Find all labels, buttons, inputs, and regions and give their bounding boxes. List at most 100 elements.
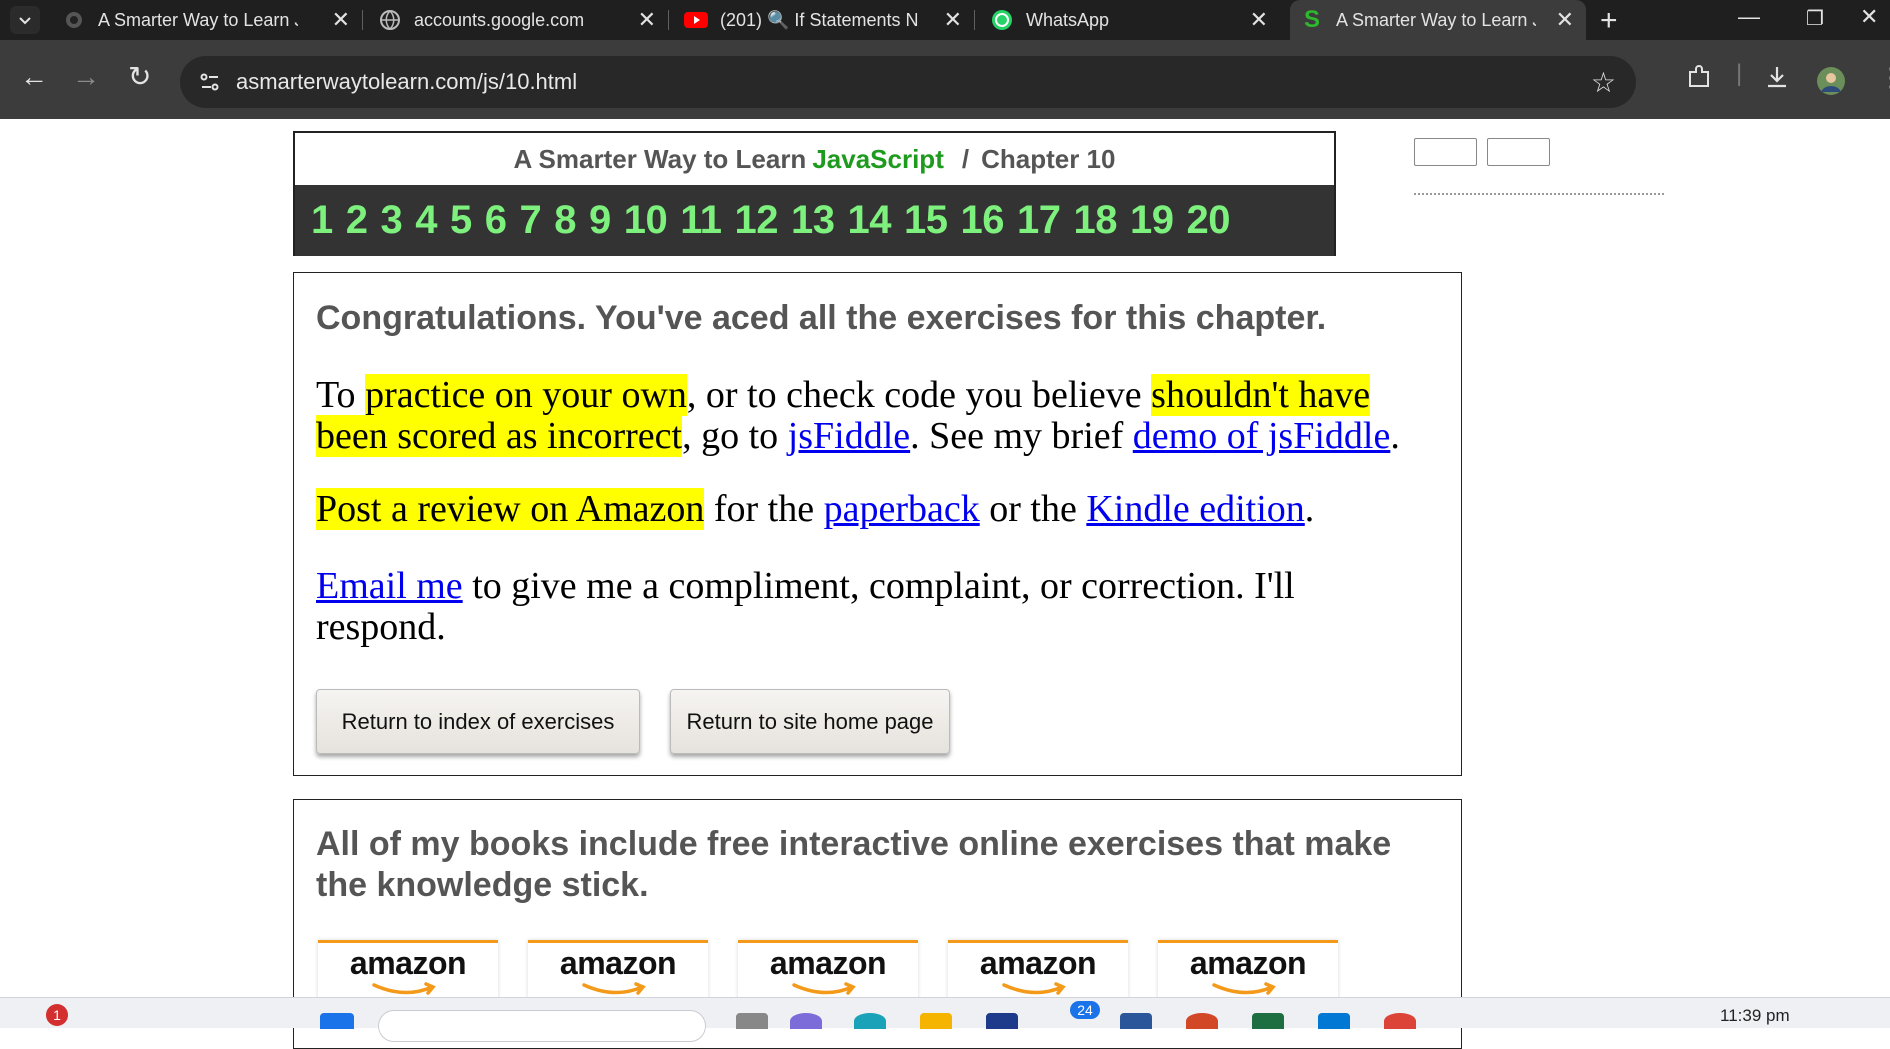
practice-paragraph: To practice on your own, or to check cod…: [316, 374, 1436, 457]
chapter-link-18[interactable]: 18: [1074, 198, 1118, 243]
kindle-edition-link[interactable]: Kindle edition: [1086, 488, 1304, 530]
close-tab-icon[interactable]: ✕: [1556, 9, 1574, 31]
taskbar-search[interactable]: [378, 1010, 706, 1042]
chapter-link-5[interactable]: 5: [450, 198, 472, 243]
congrats-heading: Congratulations. You've aced all the exe…: [316, 299, 1327, 337]
chapter-link-13[interactable]: 13: [791, 198, 835, 243]
chapter-link-14[interactable]: 14: [848, 198, 892, 243]
close-tab-icon[interactable]: ✕: [944, 9, 962, 31]
close-window-icon[interactable]: ✕: [1860, 4, 1878, 30]
amazon-wordmark: amazon: [349, 945, 467, 981]
text: , or to check code you believe: [686, 374, 1152, 416]
congrats-panel: Congratulations. You've aced all the exe…: [293, 272, 1462, 776]
os-taskbar: 1 24 11:39 pm: [0, 997, 1890, 1042]
paperback-link[interactable]: paperback: [824, 488, 980, 530]
chapter-link-8[interactable]: 8: [554, 198, 576, 243]
tab-smarter-way-active[interactable]: S A Smarter Way to Learn J ✕: [1290, 0, 1586, 40]
side-box-left[interactable]: [1414, 138, 1477, 166]
chapter-link-16[interactable]: 16: [961, 198, 1005, 243]
chapter-link-19[interactable]: 19: [1130, 198, 1174, 243]
menu-kebab-icon[interactable]: ⋮: [1878, 62, 1890, 93]
youtube-icon: [684, 8, 708, 32]
tab-google-accounts[interactable]: accounts.google.com ✕: [378, 0, 669, 40]
amazon-smile-icon: [1002, 982, 1066, 995]
chapter-link-1[interactable]: 1: [311, 198, 333, 243]
text: .: [1390, 415, 1400, 457]
restore-icon[interactable]: ❐: [1806, 6, 1824, 31]
tab-smarter-way-1[interactable]: A Smarter Way to Learn J ✕: [62, 0, 363, 40]
bookmark-star-icon[interactable]: ☆: [1591, 66, 1616, 99]
demo-jsfiddle-link[interactable]: demo of jsFiddle: [1133, 415, 1391, 457]
forward-icon[interactable]: →: [72, 62, 100, 92]
email-paragraph: Email me to give me a compliment, compla…: [316, 566, 1376, 648]
chapter-link-12[interactable]: 12: [735, 198, 779, 243]
return-index-button[interactable]: Return to index of exercises: [316, 689, 640, 754]
chapter-link-9[interactable]: 9: [589, 198, 611, 243]
email-me-link[interactable]: Email me: [316, 565, 463, 607]
notification-badge: 1: [46, 1004, 68, 1026]
amazon-smile-icon: [372, 982, 436, 995]
title-brand: JavaScript: [812, 143, 944, 174]
title-prefix: A Smarter Way to Learn: [513, 143, 807, 174]
title-chapter: Chapter 10: [981, 143, 1116, 174]
close-tab-icon[interactable]: ✕: [1250, 9, 1268, 31]
highlight-text: practice on your own: [365, 374, 687, 416]
minimize-icon[interactable]: —: [1738, 4, 1760, 30]
chapter-link-3[interactable]: 3: [381, 198, 403, 243]
text: for the: [704, 488, 824, 530]
toolbar-divider: |: [1736, 60, 1743, 87]
chapter-link-4[interactable]: 4: [415, 198, 437, 243]
text: . See my brief: [910, 415, 1133, 457]
tab-whatsapp[interactable]: WhatsApp ✕: [990, 0, 1280, 40]
site-info-icon[interactable]: [198, 70, 222, 94]
address-bar[interactable]: asmarterwaytolearn.com/js/10.html ☆: [180, 56, 1636, 108]
title-separator: /: [961, 143, 970, 174]
text: to give me a compliment, complaint, or c…: [316, 565, 1295, 648]
tab-search-button[interactable]: [10, 6, 40, 34]
jsfiddle-link[interactable]: jsFiddle: [788, 415, 910, 457]
smarter-way-s-icon: S: [1303, 6, 1320, 33]
amazon-smile-icon: [582, 982, 646, 995]
text: or the: [979, 488, 1087, 530]
reload-icon[interactable]: ↻: [128, 62, 151, 92]
amazon-smile-icon: [792, 982, 856, 995]
chapter-link-17[interactable]: 17: [1017, 198, 1061, 243]
chevron-down-icon: [19, 17, 31, 25]
url-text: asmarterwaytolearn.com/js/10.html: [236, 69, 578, 94]
amazon-smile-icon: [1212, 982, 1276, 995]
amazon-wordmark: amazon: [979, 945, 1097, 981]
highlight-text: Post a review on Amazon: [316, 488, 705, 530]
extensions-icon[interactable]: [1686, 64, 1712, 97]
app-count-badge: 24: [1070, 1001, 1100, 1019]
chapter-link-6[interactable]: 6: [485, 198, 507, 243]
books-heading: All of my books include free interactive…: [316, 825, 1392, 904]
chapter-link-20[interactable]: 20: [1187, 198, 1231, 243]
return-home-button[interactable]: Return to site home page: [670, 689, 950, 754]
page-title: A Smarter Way to Learn JavaScript / Chap…: [295, 133, 1334, 185]
chapter-link-15[interactable]: 15: [904, 198, 948, 243]
globe-icon: [378, 8, 402, 32]
new-tab-icon[interactable]: +: [1600, 4, 1618, 38]
chapter-header: A Smarter Way to Learn JavaScript / Chap…: [293, 131, 1336, 256]
chapter-link-7[interactable]: 7: [520, 198, 542, 243]
close-tab-icon[interactable]: ✕: [638, 9, 656, 31]
amazon-wordmark: amazon: [769, 945, 887, 981]
shield-favicon-icon: [62, 8, 86, 32]
download-icon[interactable]: [1764, 64, 1790, 97]
side-box-right[interactable]: [1487, 138, 1550, 166]
text: To: [316, 374, 366, 416]
chapter-link-2[interactable]: 2: [346, 198, 368, 243]
browser-tab-bar: A Smarter Way to Learn J ✕ accounts.goog…: [0, 0, 1890, 40]
tab-title: A Smarter Way to Learn J: [98, 9, 298, 30]
review-paragraph: Post a review on Amazon for the paperbac…: [316, 488, 1436, 530]
profile-avatar[interactable]: [1816, 66, 1846, 103]
tab-title: WhatsApp: [1026, 9, 1110, 30]
chapter-link-11[interactable]: 11: [680, 198, 722, 243]
tab-youtube[interactable]: (201) 🔍 If Statements N ✕: [684, 0, 975, 40]
tab-title: (201) 🔍 If Statements N: [720, 9, 919, 30]
back-icon[interactable]: ←: [20, 62, 48, 92]
tab-separator: [668, 10, 669, 30]
chapter-link-10[interactable]: 10: [624, 198, 668, 243]
tab-separator: [974, 10, 975, 30]
close-tab-icon[interactable]: ✕: [332, 9, 350, 31]
